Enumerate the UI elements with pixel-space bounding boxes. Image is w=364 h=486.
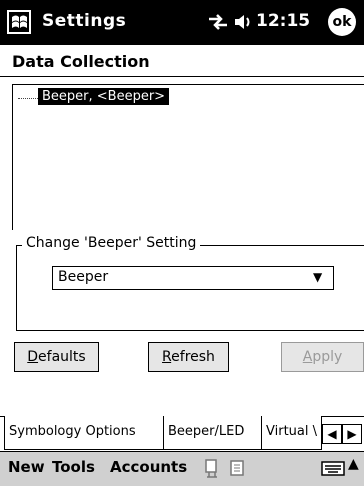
- defaults-label: efaults: [38, 349, 86, 365]
- chevron-down-icon[interactable]: ▼: [313, 270, 322, 284]
- windows-flag-icon[interactable]: [4, 7, 34, 37]
- ok-button[interactable]: ok: [328, 8, 356, 36]
- tab-scroll-left-icon[interactable]: ◀: [322, 424, 342, 444]
- tab-virtual[interactable]: Virtual \: [262, 416, 322, 450]
- refresh-label: efresh: [171, 349, 215, 365]
- tree-item-beeper[interactable]: Beeper, <Beeper>: [38, 88, 170, 105]
- defaults-button[interactable]: Defaults: [14, 342, 99, 372]
- app-title: Settings: [42, 11, 127, 31]
- tree-connector: [18, 98, 38, 100]
- tab-symbology-options[interactable]: Symbology Options: [4, 416, 164, 450]
- tab-scroll-right-icon[interactable]: ▶: [342, 424, 362, 444]
- folder-icon[interactable]: [228, 457, 248, 479]
- clock[interactable]: 12:15: [256, 11, 310, 31]
- dropdown-value: Beeper: [58, 269, 109, 285]
- defaults-accel: D: [27, 349, 39, 365]
- speaker-icon[interactable]: [233, 11, 253, 33]
- tab-beeper-led[interactable]: Beeper/LED: [164, 416, 262, 450]
- refresh-accel: R: [162, 349, 172, 365]
- refresh-button[interactable]: Refresh: [148, 342, 229, 372]
- apply-label: pply: [312, 349, 343, 365]
- input-panel-arrow-icon[interactable]: ▲: [348, 456, 359, 472]
- group-label: Change 'Beeper' Setting: [22, 235, 201, 251]
- send-receive-icon[interactable]: [203, 457, 223, 479]
- heading-divider: [0, 76, 364, 77]
- connectivity-icon[interactable]: [206, 11, 230, 33]
- menu-new[interactable]: New: [8, 458, 45, 476]
- settings-tree[interactable]: [12, 84, 364, 230]
- menu-tools[interactable]: Tools: [52, 458, 95, 476]
- menu-accounts[interactable]: Accounts: [110, 458, 187, 476]
- page-title: Data Collection: [12, 52, 150, 71]
- apply-accel: A: [302, 349, 313, 365]
- apply-button[interactable]: Apply: [281, 342, 364, 372]
- keyboard-icon[interactable]: [320, 458, 346, 478]
